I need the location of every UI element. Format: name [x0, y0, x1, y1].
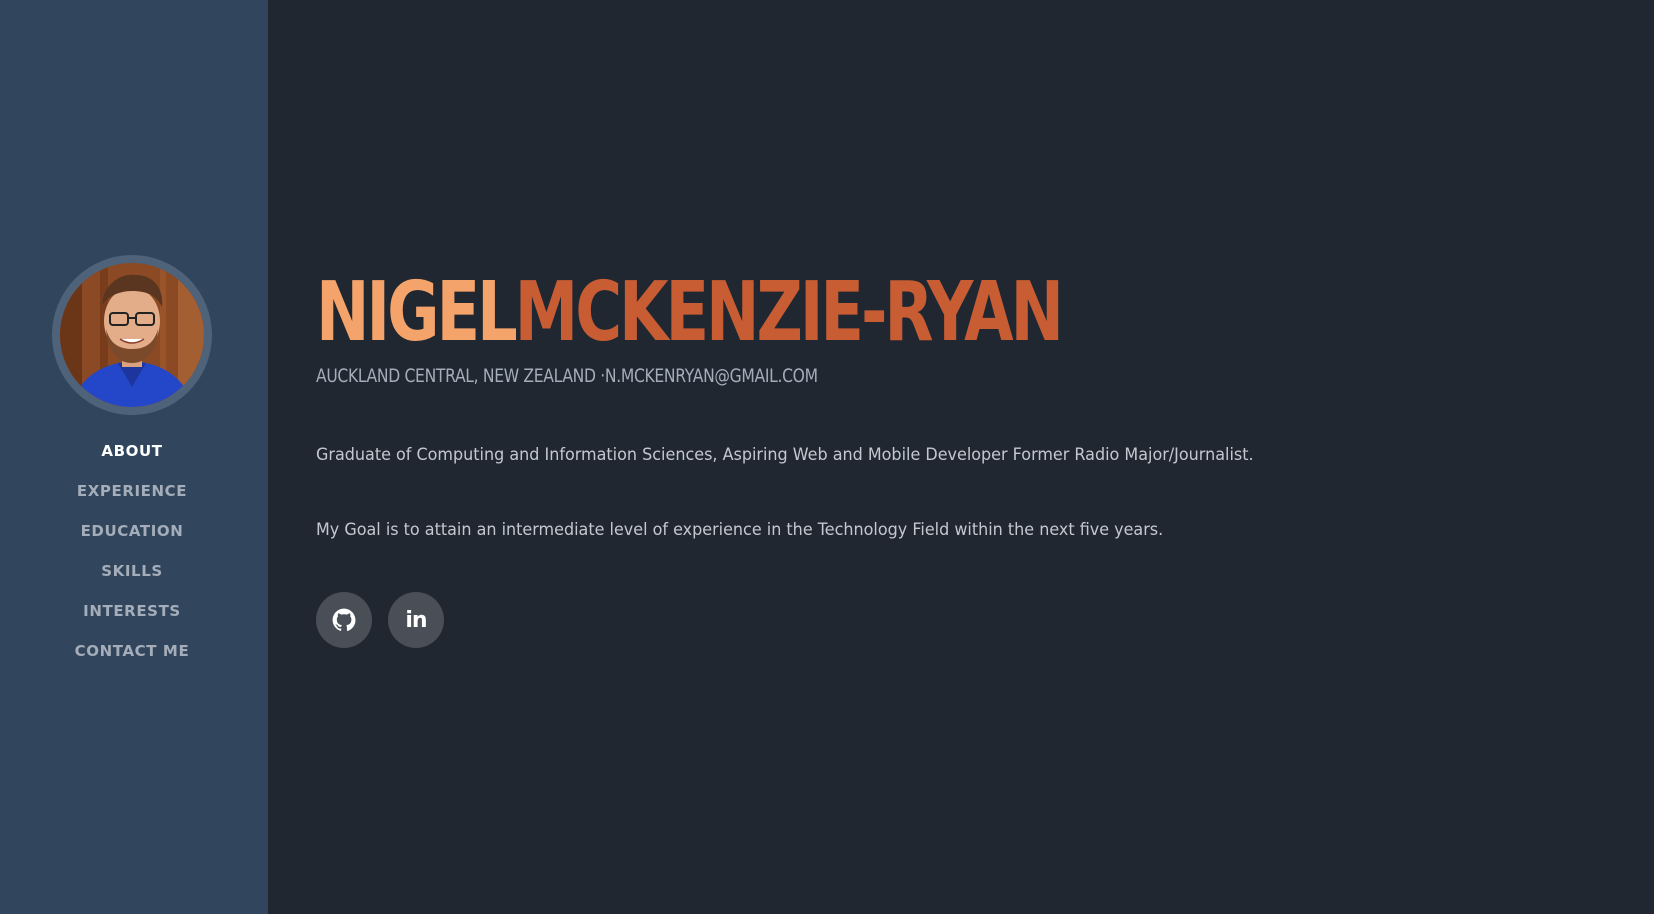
avatar-portrait-image	[60, 263, 204, 407]
about-section: NIGELMCKENZIE-RYAN AUCKLAND CENTRAL, NEW…	[316, 0, 1616, 914]
linkedin-button[interactable]: in	[388, 592, 444, 648]
nav-item-education: EDUCATION	[0, 520, 264, 560]
nav-link-contact[interactable]: CONTACT ME	[75, 640, 190, 662]
nav-link-education[interactable]: EDUCATION	[81, 520, 184, 542]
nav-link-skills[interactable]: SKILLS	[101, 560, 163, 582]
nav-link-experience[interactable]: EXPERIENCE	[77, 480, 187, 502]
page-title: NIGELMCKENZIE-RYAN	[316, 265, 1064, 360]
nav-item-interests: INTERESTS	[0, 600, 264, 640]
email-link[interactable]: N.MCKENRYAN@GMAIL.COM	[605, 365, 818, 387]
goal-text: My Goal is to attain an intermediate lev…	[316, 520, 1164, 540]
nav-item-contact: CONTACT ME	[0, 640, 264, 680]
sidebar-nav: ABOUT EXPERIENCE EDUCATION SKILLS INTERE…	[0, 440, 264, 680]
summary-text: Graduate of Computing and Information Sc…	[316, 445, 1254, 465]
contact-subheading: AUCKLAND CENTRAL, NEW ZEALAND ·N.MCKENRY…	[316, 364, 818, 388]
last-name: MCKENZIE-RYAN	[514, 265, 1064, 360]
nav-item-experience: EXPERIENCE	[0, 480, 264, 520]
location-text: AUCKLAND CENTRAL, NEW ZEALAND ·	[316, 365, 605, 387]
nav-item-skills: SKILLS	[0, 560, 264, 600]
linkedin-icon: in	[405, 607, 427, 633]
sidebar: ABOUT EXPERIENCE EDUCATION SKILLS INTERE…	[0, 0, 268, 914]
nav-item-about: ABOUT	[0, 440, 264, 480]
github-icon	[332, 608, 356, 631]
profile-avatar	[52, 255, 212, 415]
first-name: NIGEL	[316, 265, 518, 360]
nav-link-about[interactable]: ABOUT	[101, 440, 162, 462]
nav-link-interests[interactable]: INTERESTS	[83, 600, 181, 622]
github-button[interactable]	[316, 592, 372, 648]
